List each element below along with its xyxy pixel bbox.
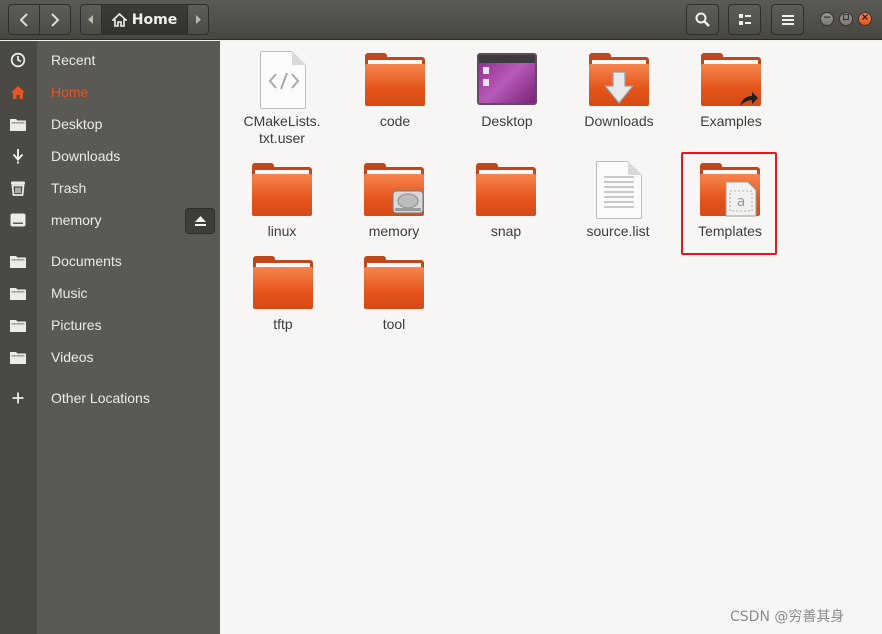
code-file-icon [260, 51, 306, 109]
sidebar-item-memory[interactable]: memory [0, 204, 220, 236]
file-name: tool [382, 316, 406, 332]
sidebar-item-recent[interactable]: Recent [0, 44, 220, 76]
sidebar: Recent Home Desktop Downloads Trash memo… [0, 41, 220, 634]
file-name: Desktop [481, 113, 533, 129]
file-view: CMakeLists. txt.user code Desktop Downlo… [220, 41, 882, 634]
sidebar-item-label: Other Locations [51, 390, 150, 406]
close-icon [861, 13, 869, 21]
file-name: Downloads [584, 113, 654, 129]
sidebar-item-label: Videos [51, 349, 94, 365]
sidebar-item-label: Downloads [51, 148, 121, 164]
folder-icon [8, 114, 28, 134]
sidebar-item-other-locations[interactable]: Other Locations [0, 382, 220, 414]
sidebar-item-downloads[interactable]: Downloads [0, 140, 220, 172]
file-name: CMakeLists. txt.user [243, 113, 321, 146]
file-item-tftp[interactable]: tftp [233, 252, 333, 333]
folder-icon [8, 283, 28, 303]
file-item-examples[interactable]: Examples [681, 49, 781, 130]
triangle-left-icon [88, 15, 93, 24]
sidebar-item-label: Music [51, 285, 88, 301]
drive-icon [8, 210, 28, 230]
forward-button[interactable] [39, 4, 71, 35]
path-scroll-left-button[interactable] [80, 4, 102, 35]
download-icon [8, 146, 28, 166]
file-name: source.list [586, 223, 650, 239]
home-icon [111, 12, 127, 27]
sidebar-item-trash[interactable]: Trash [0, 172, 220, 204]
triangle-right-icon [196, 15, 201, 24]
hamburger-menu-icon [781, 14, 794, 25]
downloads-folder-icon [587, 49, 651, 113]
file-item-code[interactable]: code [345, 49, 445, 130]
sidebar-item-pictures[interactable]: Pictures [0, 309, 220, 341]
search-icon [695, 12, 710, 27]
home-icon [8, 82, 28, 102]
file-item-desktop[interactable]: Desktop [457, 49, 557, 130]
minimize-button[interactable] [820, 12, 834, 26]
folder-icon [363, 49, 427, 113]
sidebar-item-label: Desktop [51, 116, 103, 132]
header-bar: Home [0, 0, 882, 40]
maximize-icon [842, 13, 850, 21]
grid-view-icon [738, 13, 751, 25]
sidebar-item-label: Pictures [51, 317, 102, 333]
sidebar-item-label: Documents [51, 253, 122, 269]
close-button[interactable] [858, 12, 872, 26]
link-folder-icon [699, 49, 763, 113]
file-name: tftp [273, 316, 293, 332]
back-button[interactable] [8, 4, 40, 35]
chevron-left-icon [19, 12, 28, 27]
drive-folder-icon [362, 159, 426, 223]
sidebar-item-label: Home [51, 84, 89, 100]
file-item-cmakelists[interactable]: CMakeLists. txt.user [232, 49, 332, 147]
file-item-downloads[interactable]: Downloads [569, 49, 669, 130]
highlight-box [681, 152, 777, 255]
sidebar-item-label: Recent [51, 52, 96, 68]
folder-icon [362, 252, 426, 316]
eject-icon [194, 216, 206, 226]
file-item-linux[interactable]: linux [232, 159, 332, 240]
eject-button[interactable] [185, 208, 215, 234]
folder-icon [8, 347, 28, 367]
sidebar-item-videos[interactable]: Videos [0, 341, 220, 373]
file-name: snap [490, 223, 522, 239]
menu-button[interactable] [771, 4, 804, 35]
sidebar-item-desktop[interactable]: Desktop [0, 108, 220, 140]
sidebar-item-documents[interactable]: Documents [0, 245, 220, 277]
path-home-label: Home [131, 11, 178, 28]
path-home-button[interactable]: Home [101, 4, 188, 35]
folder-icon [474, 159, 538, 223]
search-button[interactable] [686, 4, 719, 35]
file-name: memory [368, 223, 420, 239]
sidebar-item-label: memory [51, 212, 102, 228]
folder-icon [8, 251, 28, 271]
path-scroll-right-button[interactable] [187, 4, 209, 35]
folder-icon [251, 252, 315, 316]
file-item-tool[interactable]: tool [344, 252, 444, 333]
trash-icon [8, 178, 28, 198]
chevron-right-icon [51, 12, 60, 27]
clock-icon [8, 50, 28, 70]
text-file-icon [596, 161, 642, 219]
file-name: code [379, 113, 411, 129]
folder-icon [250, 159, 314, 223]
file-name: Examples [700, 113, 762, 129]
desktop-folder-icon [477, 53, 537, 105]
sidebar-item-label: Trash [51, 180, 87, 196]
plus-icon [8, 388, 28, 408]
maximize-button[interactable] [839, 12, 853, 26]
file-item-source-list[interactable]: source.list [568, 159, 668, 240]
watermark: CSDN @穷善其身 [730, 609, 845, 625]
file-name: linux [267, 223, 297, 239]
sidebar-item-home[interactable]: Home [0, 76, 220, 108]
minimize-icon [824, 16, 830, 18]
sidebar-item-music[interactable]: Music [0, 277, 220, 309]
view-toggle-button[interactable] [728, 4, 761, 35]
folder-icon [8, 315, 28, 335]
file-item-memory[interactable]: memory [344, 159, 444, 240]
file-item-snap[interactable]: snap [456, 159, 556, 240]
